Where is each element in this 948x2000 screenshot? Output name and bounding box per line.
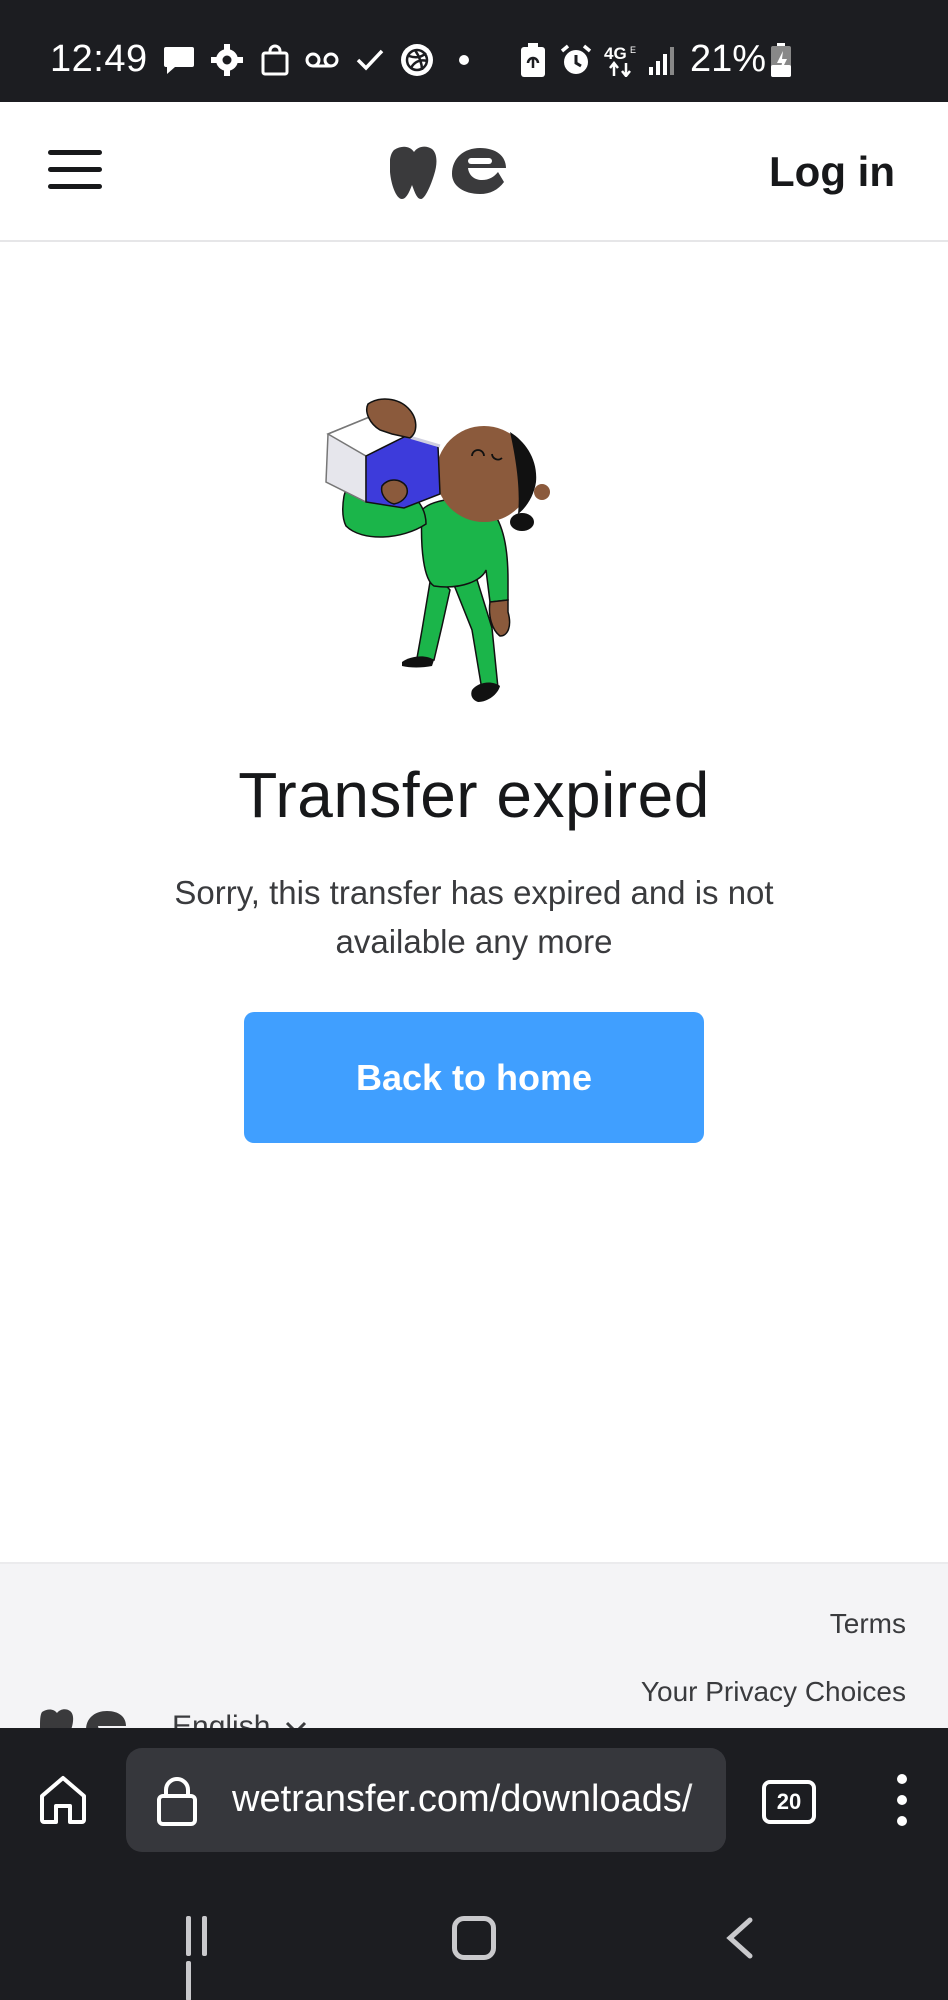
status-bar: 12:49 4G E 21% [0,0,948,102]
check-icon [354,44,386,76]
tab-count-button[interactable]: 20 [762,1780,816,1824]
address-bar[interactable]: wetransfer.com/downloads/ [126,1748,726,1852]
wetransfer-logo-icon[interactable] [389,144,512,204]
more-vertical-icon[interactable] [892,1774,912,1830]
privacy-choices-link[interactable]: Your Privacy Choices [641,1676,906,1708]
signal-icon [646,44,678,76]
svg-text:E: E [630,45,636,55]
terms-link[interactable]: Terms [830,1608,906,1640]
chevron-down-icon [285,1722,306,1728]
back-icon[interactable] [720,1916,760,1960]
dribbble-icon [398,44,436,76]
shopping-bag-icon [258,44,292,76]
battery-saver-icon [518,43,548,77]
site-footer: Terms Your Privacy Choices English [0,1562,948,1728]
expired-message: Sorry, this transfer has expired and is … [174,874,774,960]
home-icon[interactable] [36,1772,90,1826]
language-selector[interactable]: English [172,1710,307,1728]
back-to-home-button[interactable]: Back to home [244,1012,704,1143]
alarm-icon [558,44,594,76]
lock-icon [156,1776,198,1826]
footer-logo-icon[interactable] [40,1708,132,1728]
message-icon [162,44,196,76]
4g-icon: 4G E [604,44,644,77]
home-circle-icon[interactable] [452,1916,496,1960]
page-title: Transfer expired [238,759,710,831]
voicemail-icon [304,44,340,76]
login-link[interactable]: Log in [769,148,895,196]
svg-text:4G: 4G [604,44,627,63]
hamburger-menu-icon[interactable] [48,150,108,194]
person-drinking-illustration [322,390,572,710]
browser-toolbar: wetransfer.com/downloads/ 20 [0,1728,948,1860]
settings-icon [210,44,244,76]
system-nav-bar [0,1860,948,2000]
battery-percent: 21% [690,38,767,80]
battery-charging-icon [768,43,794,77]
dot-icon [456,44,472,76]
url-text: wetransfer.com/downloads/ [232,1778,693,1820]
site-header: Log in [0,102,948,242]
status-time: 12:49 [50,38,148,80]
recent-apps-icon[interactable] [186,1916,232,2000]
language-label: English [172,1710,271,1728]
